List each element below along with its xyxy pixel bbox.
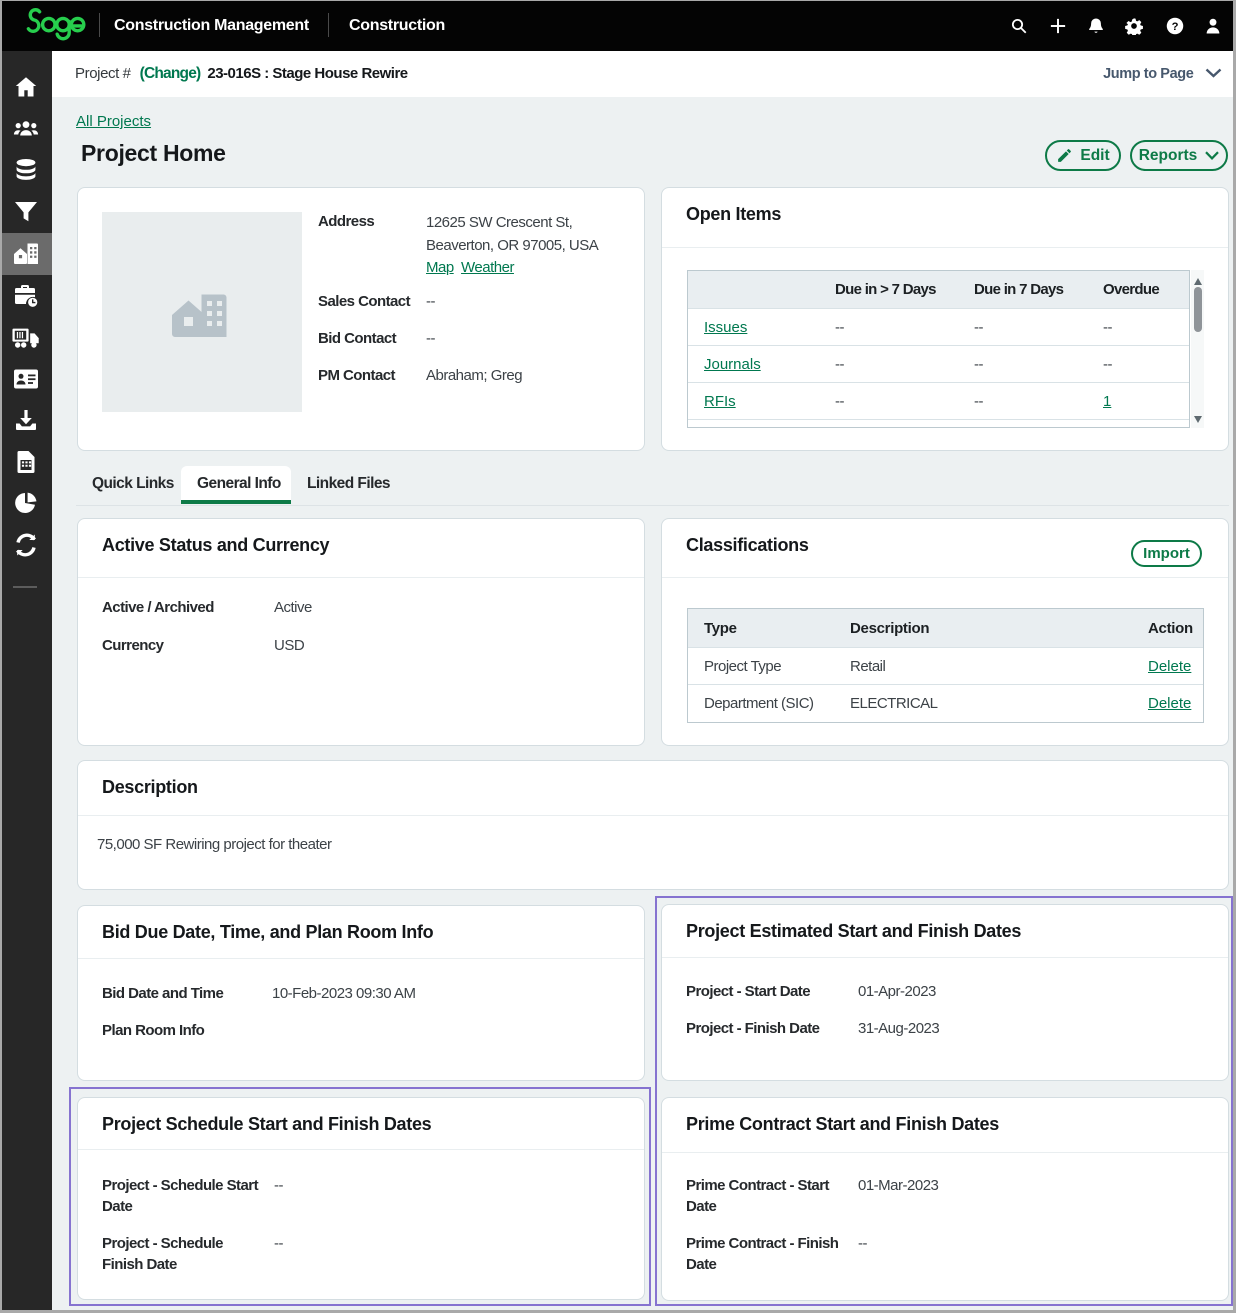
svg-text:?: ?: [1172, 21, 1179, 33]
